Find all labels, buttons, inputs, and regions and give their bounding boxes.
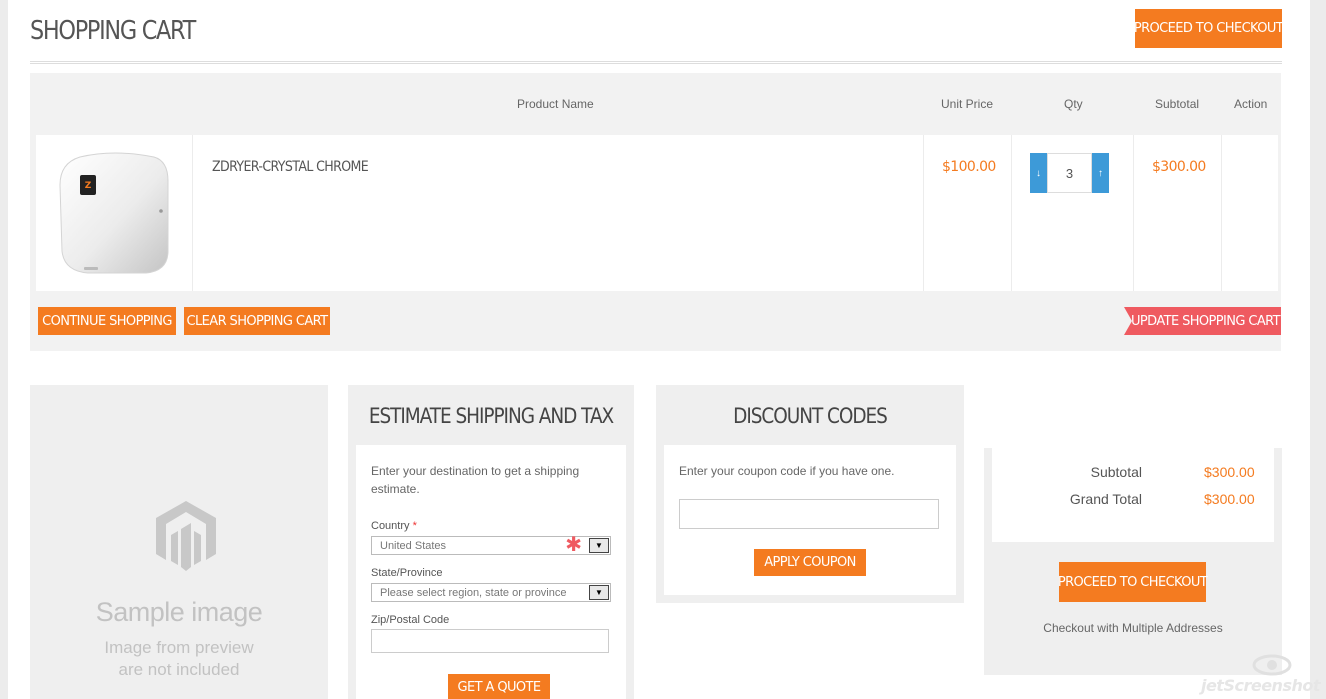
column-header-product-name: Product Name — [517, 97, 594, 111]
magento-logo-icon — [156, 501, 216, 571]
page-gutter-right — [1310, 0, 1326, 699]
country-label-text: Country — [371, 520, 410, 532]
cart-page: SHOPPING CART PROCEED TO CHECKOUT Produc… — [30, 0, 1284, 699]
continue-shopping-button[interactable]: CONTINUE SHOPPING — [38, 307, 176, 335]
product-name[interactable]: ZDRYER-CRYSTAL CHROME — [212, 159, 369, 175]
cell-divider — [1133, 135, 1134, 291]
shipping-form: Enter your destination to get a shipping… — [356, 445, 626, 699]
estimate-shipping-panel: ESTIMATE SHIPPING AND TAX Enter your des… — [348, 385, 634, 699]
svg-text:Z: Z — [85, 181, 92, 191]
title-divider — [30, 61, 1282, 64]
apply-coupon-button[interactable]: APPLY COUPON — [754, 549, 866, 576]
down-arrow-icon[interactable]: ↓ — [1030, 153, 1047, 193]
discount-codes-panel: DISCOUNT CODES Enter your coupon code if… — [656, 385, 964, 603]
watermark-eye-icon — [1252, 654, 1292, 676]
up-arrow-icon[interactable]: ↑ — [1092, 153, 1109, 193]
state-select[interactable]: Please select region, state or province … — [371, 583, 611, 602]
subtotal-label: Subtotal — [1090, 464, 1142, 480]
country-select[interactable]: United States ✱ ▼ — [371, 534, 611, 556]
coupon-code-input[interactable] — [679, 499, 939, 529]
zip-label: Zip/Postal Code — [371, 614, 450, 626]
column-header-action: Action — [1234, 97, 1268, 111]
table-row: Z ZDRYER-CRYSTAL CHROME $100.00 ↓ ↑ $300… — [36, 135, 1278, 291]
shipping-title: ESTIMATE SHIPPING AND TAX — [368, 404, 614, 428]
checkout-multiple-addresses-link[interactable]: Checkout with Multiple Addresses — [984, 621, 1282, 635]
clear-shopping-cart-button[interactable]: CLEAR SHOPPING CART — [184, 307, 330, 335]
proceed-to-checkout-button-bottom[interactable]: PROCEED TO CHECKOUT — [1058, 562, 1208, 602]
get-a-quote-button[interactable]: GET A QUOTE — [448, 674, 550, 699]
subtotal-value: $300.00 — [1204, 464, 1255, 480]
column-header-qty: Qty — [1064, 97, 1083, 111]
required-star-icon: ✱ — [565, 534, 582, 556]
sample-image-subtitle-line-2: are not included — [118, 660, 240, 679]
update-shopping-cart-button[interactable]: UPDATE SHOPPING CART — [1124, 307, 1281, 335]
cell-divider — [192, 135, 193, 291]
column-header-subtotal: Subtotal — [1155, 97, 1200, 111]
cart-table: Product Name Unit Price Qty Subtotal Act… — [30, 73, 1281, 351]
state-select-placeholder: Please select region, state or province — [380, 587, 567, 599]
discount-intro: Enter your coupon code if you have one. — [679, 464, 895, 478]
state-label: State/Province — [371, 567, 443, 579]
page-title: SHOPPING CART — [30, 16, 196, 46]
country-select-value: United States — [380, 540, 447, 552]
grand-total-value: $300.00 — [1204, 491, 1255, 507]
country-label: Country * — [371, 520, 417, 532]
dropdown-arrow-icon[interactable]: ▼ — [589, 538, 609, 553]
grand-total-label: Grand Total — [1069, 491, 1142, 507]
discount-title: DISCOUNT CODES — [733, 404, 888, 428]
unit-price: $100.00 — [942, 159, 996, 175]
shipping-intro: Enter your destination to get a shipping… — [371, 464, 580, 496]
dropdown-arrow-icon[interactable]: ▼ — [589, 585, 609, 600]
sample-image-subtitle-line-1: Image from preview — [104, 638, 254, 657]
product-image[interactable]: Z — [58, 151, 170, 275]
quantity-stepper: ↓ ↑ — [1030, 153, 1109, 193]
cell-divider — [1221, 135, 1222, 291]
sample-image-title: Sample image — [95, 597, 263, 627]
qty-input[interactable] — [1047, 153, 1092, 193]
zip-input[interactable] — [371, 629, 609, 653]
totals-table: Subtotal $300.00 Grand Total $300.00 — [992, 448, 1274, 542]
sample-image-subtitle: Image from preview are not included — [30, 637, 328, 681]
cell-divider — [1011, 135, 1012, 291]
cell-divider — [923, 135, 924, 291]
sample-image-placeholder: Sample image Image from preview are not … — [30, 385, 328, 699]
cart-totals: Subtotal $300.00 Grand Total $300.00 PRO… — [984, 448, 1282, 675]
page-gutter-left — [0, 0, 8, 699]
column-header-unit-price: Unit Price — [941, 97, 994, 111]
watermark: jetScreenshot — [1200, 676, 1321, 695]
required-asterisk: * — [412, 520, 417, 532]
proceed-to-checkout-button-top[interactable]: PROCEED TO CHECKOUT — [1134, 9, 1284, 48]
discount-form: Enter your coupon code if you have one. … — [664, 445, 956, 595]
row-subtotal: $300.00 — [1152, 159, 1206, 175]
